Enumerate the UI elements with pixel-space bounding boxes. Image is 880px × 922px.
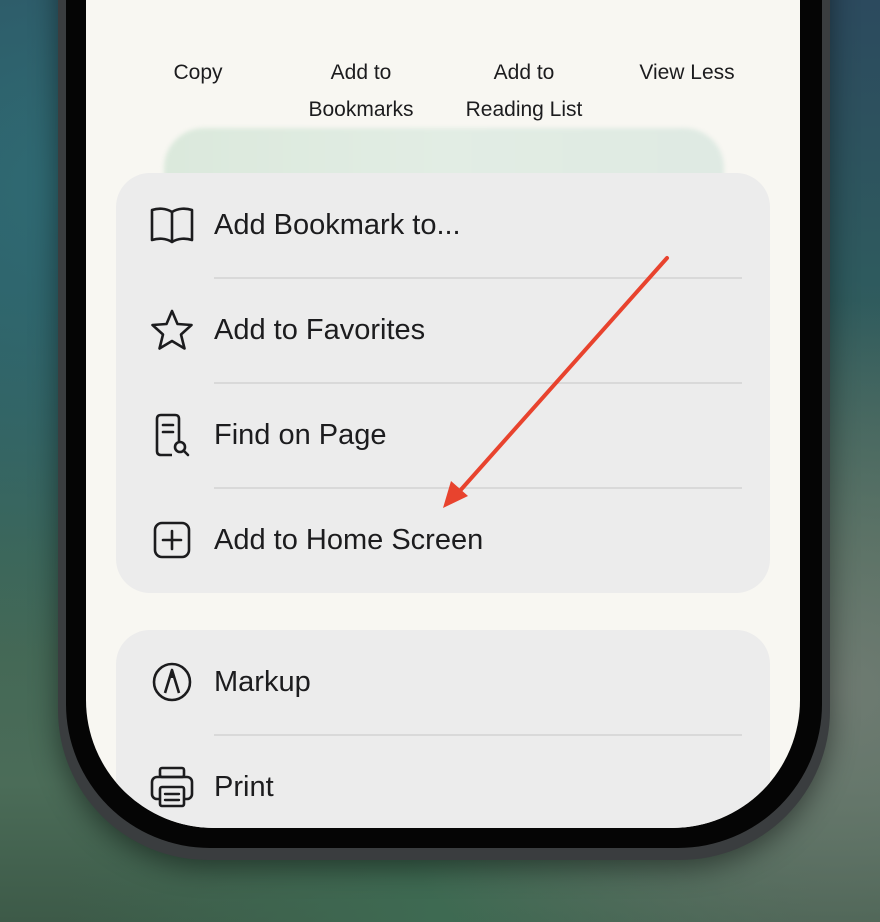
menu-item-find-on-page[interactable]: Find on Page	[116, 383, 770, 488]
menu-item-add-to-home-screen[interactable]: Add to Home Screen	[116, 488, 770, 593]
add-to-bookmarks-label-line2: Bookmarks	[308, 98, 414, 121]
menu-item-add-bookmark-to[interactable]: Add Bookmark to...	[116, 173, 770, 278]
find-on-page-icon	[155, 413, 190, 457]
menu-item-label: Print	[214, 771, 274, 803]
add-to-reading-list-label-line1: Add to	[493, 61, 555, 84]
menu-item-label: Find on Page	[214, 419, 387, 451]
printer-icon	[150, 766, 194, 808]
menu-group-bookmarks: Add Bookmark to... Add to Favorites Find…	[116, 173, 770, 593]
menu-group-actions: Markup Print	[116, 630, 770, 828]
menu-item-label: Add to Home Screen	[214, 524, 484, 556]
menu-item-label: Markup	[214, 666, 311, 698]
menu-item-print[interactable]: Print	[116, 735, 770, 828]
markup-pen-icon	[152, 662, 192, 702]
add-to-bookmarks-label-line1: Add to	[330, 61, 392, 84]
menu-item-label: Add to Favorites	[214, 314, 426, 346]
add-to-reading-list-label-line2: Reading List	[465, 98, 583, 121]
book-icon	[150, 207, 194, 244]
menu-item-label: Add Bookmark to...	[214, 209, 461, 241]
plus-square-icon	[153, 521, 191, 559]
copy-label: Copy	[173, 61, 223, 84]
share-sheet-screen: Copy Add to Bookmarks Add to Reading Lis…	[86, 0, 800, 828]
view-less-label: View Less	[639, 61, 735, 84]
menu-item-markup[interactable]: Markup	[116, 630, 770, 735]
menu-item-add-to-favorites[interactable]: Add to Favorites	[116, 278, 770, 383]
star-icon	[151, 309, 193, 350]
